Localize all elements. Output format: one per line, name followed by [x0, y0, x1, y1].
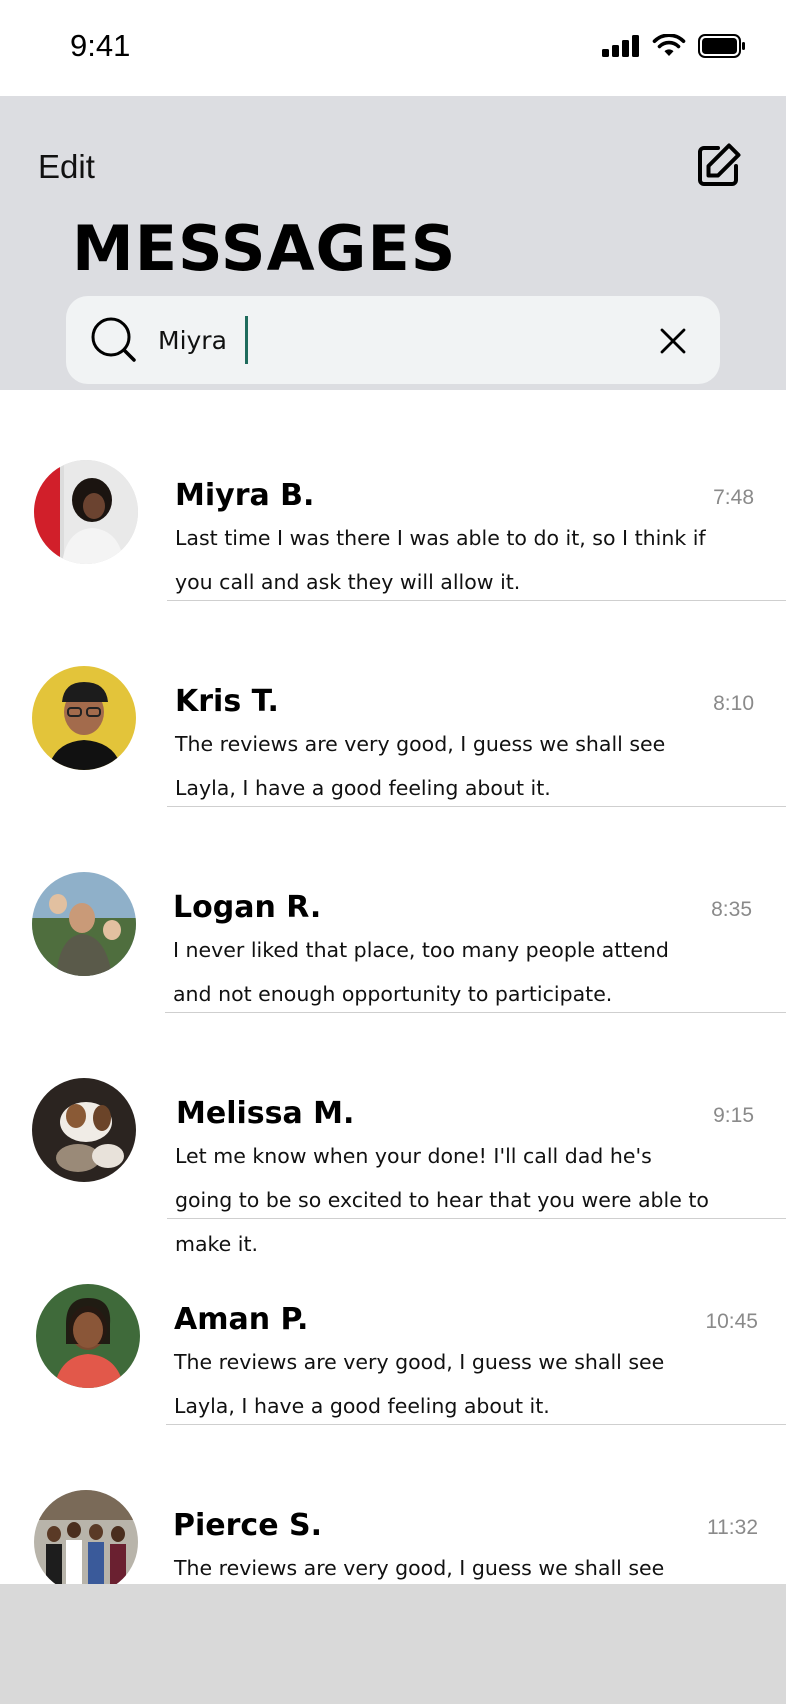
cellular-signal-icon — [602, 35, 639, 57]
row-divider — [165, 1012, 786, 1013]
row-divider — [167, 1218, 786, 1219]
search-bar[interactable] — [66, 296, 720, 384]
page-title: MESSAGES — [72, 212, 457, 285]
bottom-tab-bar — [0, 1584, 786, 1704]
avatar — [32, 1078, 136, 1182]
avatar — [32, 666, 136, 770]
compose-button[interactable] — [694, 142, 742, 190]
search-input[interactable] — [158, 318, 598, 362]
message-time: 7:48 — [713, 486, 754, 509]
conversation-row[interactable]: Miyra B. 7:48 Last time I was there I wa… — [0, 454, 786, 660]
compose-icon — [698, 143, 741, 186]
message-preview: The reviews are very good, I guess we sh… — [174, 1350, 665, 1418]
message-time: 8:35 — [711, 898, 752, 921]
status-bar: 9:41 — [0, 0, 786, 96]
contact-name: Miyra B. — [175, 478, 315, 513]
contact-name: Pierce S. — [173, 1508, 322, 1543]
row-divider — [166, 1424, 786, 1425]
avatar — [36, 1284, 140, 1388]
contact-name: Logan R. — [173, 890, 322, 925]
wifi-icon — [652, 34, 686, 56]
status-icons — [602, 34, 746, 58]
contact-name: Melissa M. — [176, 1096, 355, 1131]
text-cursor — [245, 316, 248, 364]
message-time: 9:15 — [713, 1104, 754, 1127]
battery-icon — [698, 34, 745, 58]
message-preview: Last time I was there I was able to do i… — [175, 526, 706, 594]
search-icon — [91, 317, 136, 362]
avatar — [34, 1490, 138, 1594]
avatar — [34, 460, 138, 564]
conversation-row[interactable]: Kris T. 8:10 The reviews are very good, … — [0, 660, 786, 866]
conversation-row[interactable]: Logan R. 8:35 I never liked that place, … — [0, 866, 786, 1072]
message-time: 8:10 — [713, 692, 754, 715]
status-time: 9:41 — [70, 28, 131, 63]
row-divider — [167, 600, 786, 601]
conversation-row[interactable]: Aman P. 10:45 The reviews are very good,… — [0, 1278, 786, 1484]
message-time: 11:32 — [707, 1516, 758, 1539]
clear-search-icon[interactable] — [658, 326, 688, 356]
edit-button[interactable]: Edit — [38, 148, 95, 186]
message-preview: The reviews are very good, I guess we sh… — [175, 732, 666, 800]
contact-name: Aman P. — [174, 1302, 309, 1337]
avatar — [32, 872, 136, 976]
contact-name: Kris T. — [175, 684, 279, 719]
message-time: 10:45 — [705, 1310, 758, 1333]
message-preview: I never liked that place, too many peopl… — [173, 938, 669, 1006]
row-divider — [167, 806, 786, 807]
message-preview: Let me know when your done! I'll call da… — [175, 1144, 709, 1256]
conversation-row[interactable]: Melissa M. 9:15 Let me know when your do… — [0, 1072, 786, 1278]
